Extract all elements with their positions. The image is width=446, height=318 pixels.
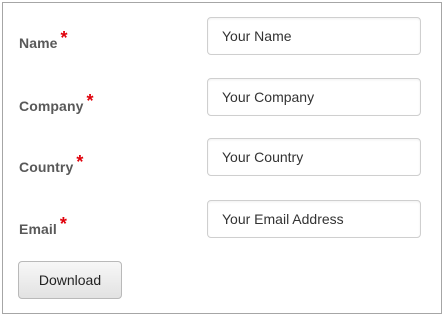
country-label: Country * bbox=[19, 152, 83, 177]
company-label: Company * bbox=[19, 91, 94, 116]
required-asterisk-icon: * bbox=[86, 91, 94, 111]
required-asterisk-icon: * bbox=[60, 28, 68, 48]
company-input[interactable] bbox=[207, 78, 421, 116]
company-label-text: Company bbox=[19, 98, 84, 114]
form-row-email: Email * bbox=[3, 200, 441, 240]
email-input[interactable] bbox=[207, 200, 421, 238]
required-asterisk-icon: * bbox=[76, 152, 84, 172]
email-label: Email * bbox=[19, 214, 67, 239]
email-label-text: Email bbox=[19, 221, 57, 237]
country-input[interactable] bbox=[207, 138, 421, 176]
form-row-company: Company * bbox=[3, 78, 441, 118]
name-label-text: Name bbox=[19, 35, 58, 51]
download-form: Name* Company* Country* Email* Download bbox=[2, 2, 442, 314]
form-row-country: Country * bbox=[3, 138, 441, 178]
download-button[interactable]: Download bbox=[18, 261, 122, 299]
country-label-text: Country bbox=[19, 159, 74, 175]
form-row-name: Name * bbox=[3, 17, 441, 57]
required-asterisk-icon: * bbox=[59, 214, 67, 234]
name-label: Name * bbox=[19, 28, 68, 53]
name-input[interactable] bbox=[207, 17, 421, 55]
